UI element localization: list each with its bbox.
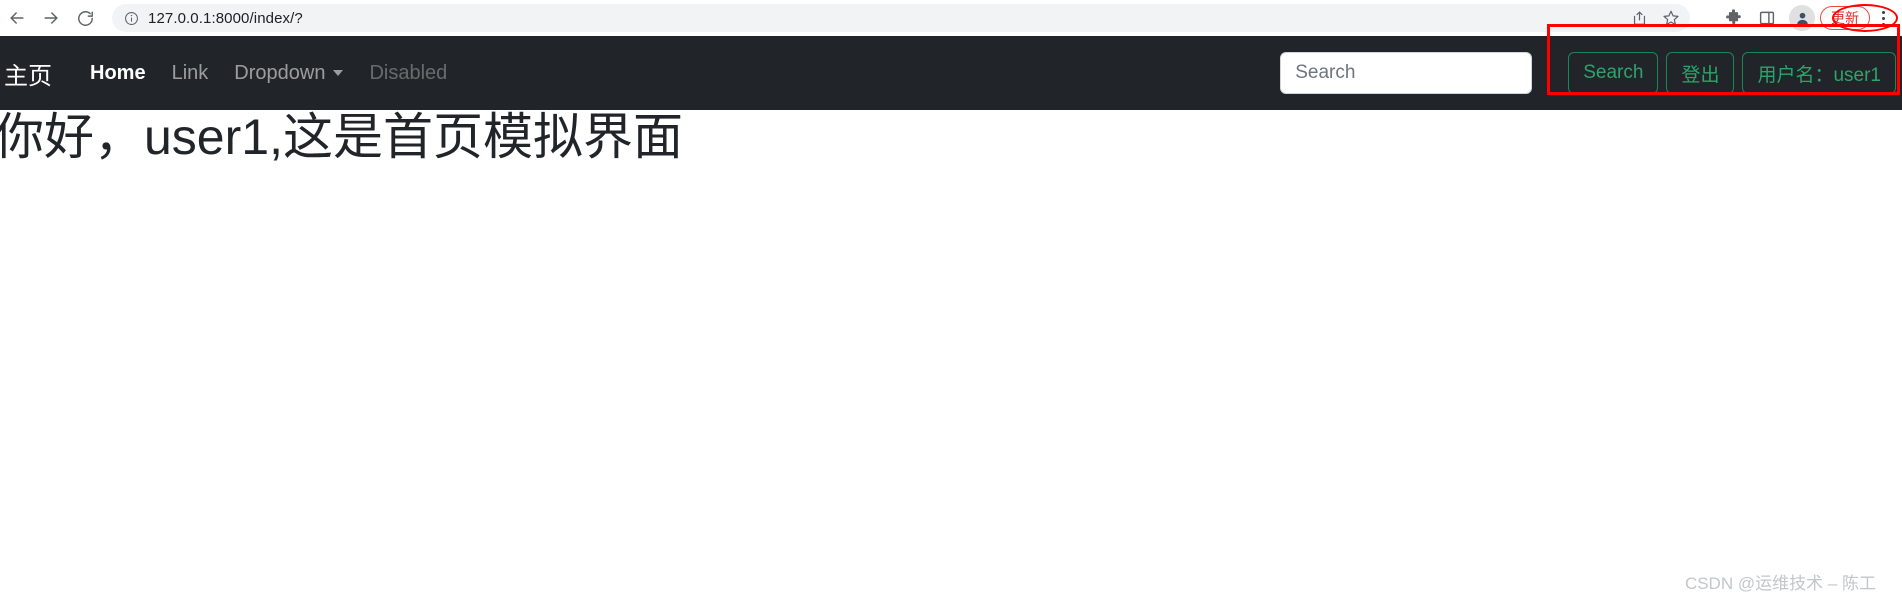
navbar-brand[interactable]: 主页: [4, 56, 52, 91]
nav-link-disabled: Disabled: [369, 61, 448, 84]
forward-arrow-icon[interactable]: [34, 1, 68, 35]
page-title: 你好，user1,这是首页模拟界面: [0, 109, 683, 165]
back-arrow-icon[interactable]: [0, 1, 34, 35]
search-submit-button[interactable]: Search: [1568, 52, 1659, 94]
navbar-links: Home Link Dropdown Disabled: [90, 62, 447, 85]
url-text: 127.0.0.1:8000/index/?: [148, 9, 303, 27]
nav-dropdown-toggle[interactable]: Dropdown: [234, 61, 344, 85]
reload-icon[interactable]: [68, 1, 102, 35]
star-icon[interactable]: [1660, 7, 1682, 29]
search-input[interactable]: [1280, 52, 1533, 94]
logout-button[interactable]: 登出: [1666, 52, 1735, 94]
omnibox-actions: [1628, 4, 1682, 32]
puzzle-piece-icon[interactable]: [1716, 1, 1750, 35]
nav-link-home[interactable]: Home: [90, 62, 146, 85]
share-icon[interactable]: [1628, 7, 1650, 29]
site-navbar: 主页 Home Link Dropdown Disabled Search 登出…: [0, 36, 1902, 110]
three-dot-menu-icon[interactable]: [1872, 3, 1894, 33]
browser-actions: 更新: [1716, 0, 1898, 36]
watermark: CSDN @运维技术 – 陈工: [1684, 574, 1876, 593]
browser-window: 127.0.0.1:8000/index/? 更新 主页 Home Link D…: [0, 0, 1902, 610]
side-panel-icon[interactable]: [1750, 1, 1784, 35]
username-button[interactable]: 用户名：user1: [1742, 52, 1896, 94]
nav-link-link[interactable]: Link: [172, 62, 209, 85]
browser-toolbar: 127.0.0.1:8000/index/? 更新: [0, 0, 1902, 36]
nav-dropdown-label: Dropdown: [234, 61, 326, 84]
profile-avatar-icon[interactable]: [1789, 5, 1815, 31]
chevron-down-icon: [333, 70, 344, 76]
info-circle-icon[interactable]: [122, 9, 140, 27]
url-omnibox[interactable]: 127.0.0.1:8000/index/?: [112, 4, 1690, 32]
page-content: 你好，user1,这是首页模拟界面 CSDN @运维技术 – 陈工: [0, 109, 1902, 610]
navbar-right-controls: Search 登出 用户名：user1: [1280, 36, 1902, 110]
update-button[interactable]: 更新: [1820, 6, 1870, 30]
